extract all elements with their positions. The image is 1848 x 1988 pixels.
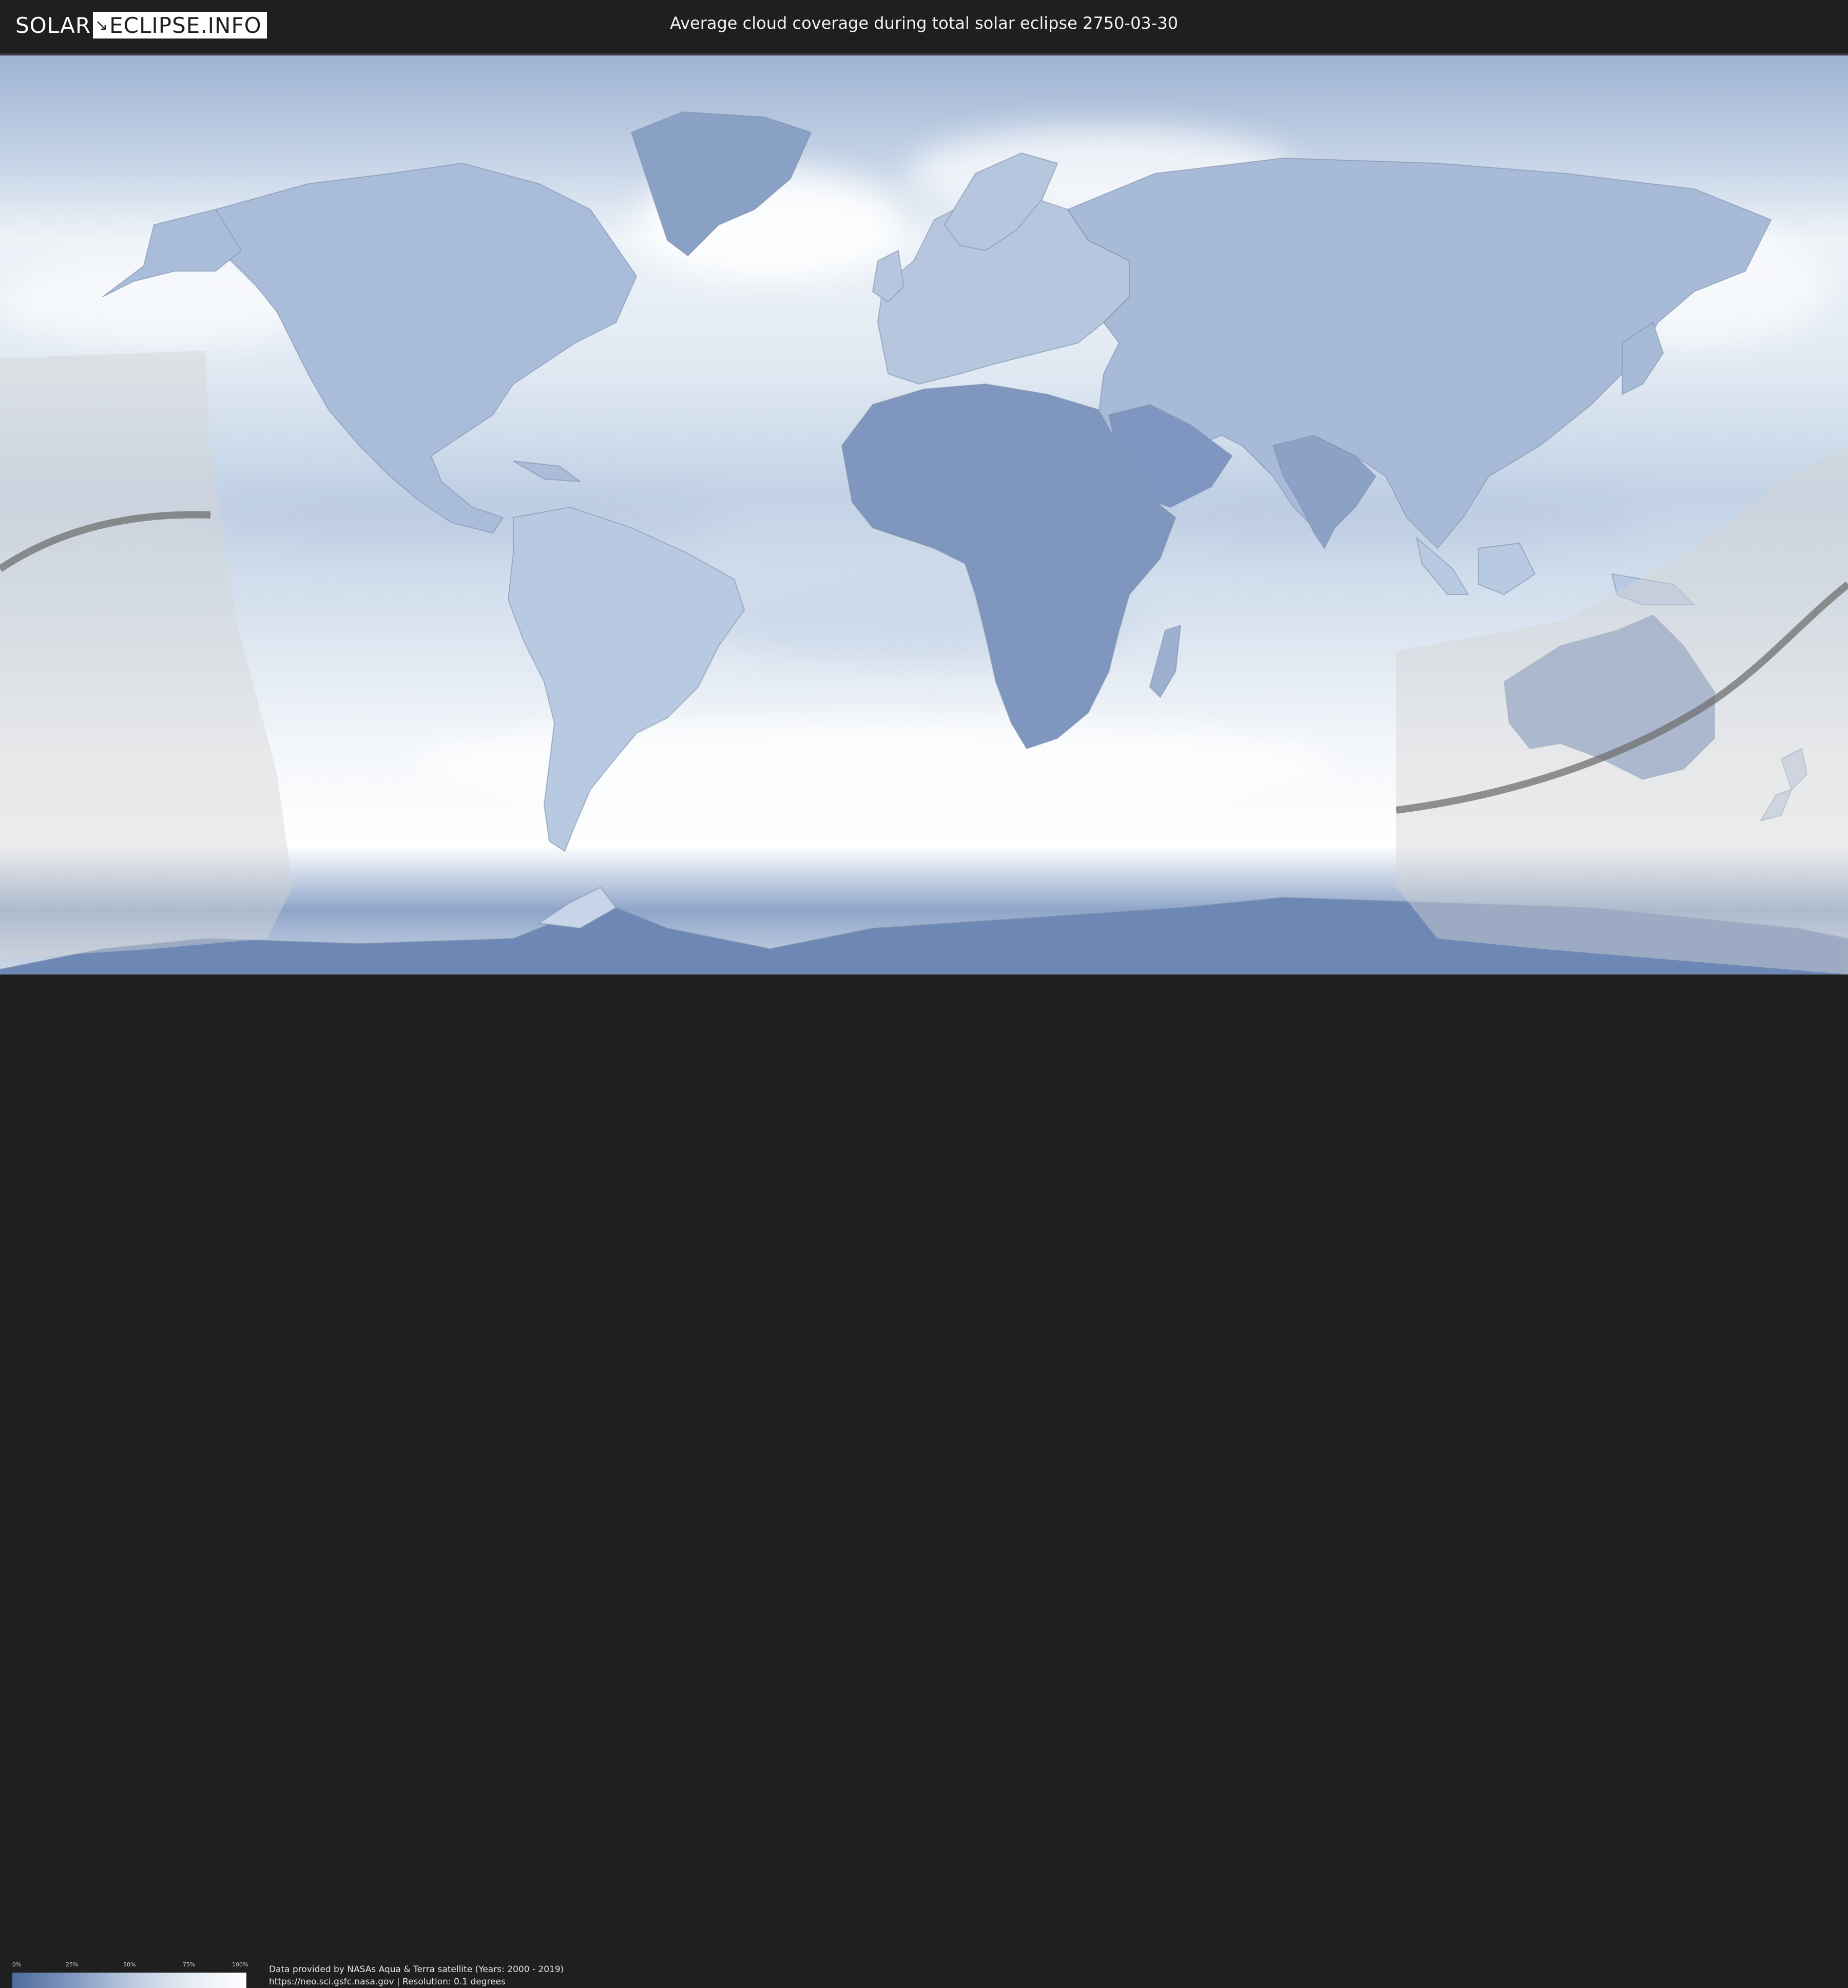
footer-bar: 0% 25% 50% 75% 100% Data provided by NAS… [0, 974, 1848, 1988]
cloud-coverage-map[interactable] [0, 55, 1848, 974]
world-map-svg [0, 55, 1848, 974]
page-title: Average cloud coverage during total sola… [670, 13, 1178, 33]
credit-source: Data provided by NASAs Aqua & Terra sate… [269, 1964, 564, 1975]
legend-tick-25: 25% [66, 1961, 79, 1968]
header-bar: SOLAR ↘ ECLIPSE.INFO Average cloud cover… [0, 0, 1848, 51]
legend-color-bar [12, 1973, 246, 1988]
legend-tick-50: 50% [123, 1961, 136, 1968]
legend-ticks: 0% 25% 50% 75% 100% [12, 1961, 248, 1968]
credit-url: https://neo.sci.gsfc.nasa.gov | Resoluti… [269, 1977, 506, 1987]
legend-tick-0: 0% [12, 1961, 22, 1968]
legend-tick-75: 75% [183, 1961, 196, 1968]
legend-tick-100: 100% [232, 1961, 248, 1968]
